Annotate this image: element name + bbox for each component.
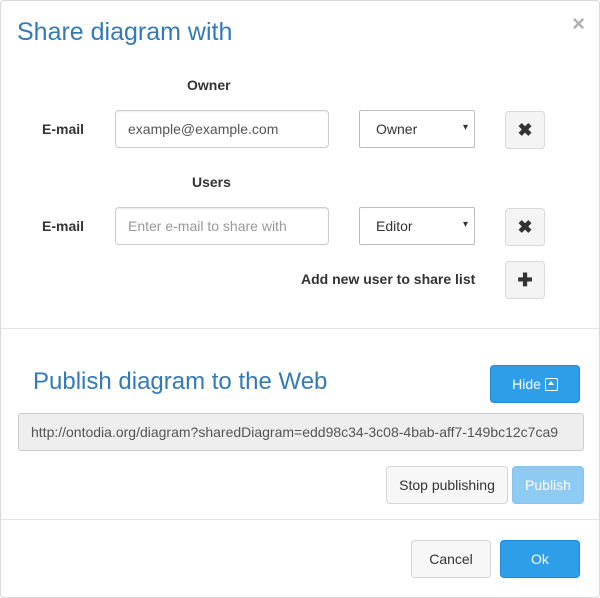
owner-email-input[interactable] [115,110,329,148]
add-user-label: Add new user to share list [301,271,476,287]
user-role-value: Editor [376,218,413,234]
remove-owner-button[interactable]: ✖ [505,111,545,149]
owner-email-label: E-mail [42,121,85,137]
remove-icon: ✖ [517,119,533,140]
section-divider [1,328,599,329]
published-link-field[interactable]: http://ontodia.org/diagram?sharedDiagram… [18,413,584,451]
hide-button[interactable]: Hide [490,365,580,403]
stop-publishing-button[interactable]: Stop publishing [386,466,508,504]
chevron-down-icon: ▾ [462,219,468,230]
cancel-button[interactable]: Cancel [411,540,491,578]
chevron-down-icon: ▾ [462,122,468,133]
share-dialog: Share diagram with × Owner E-mail Owner … [0,0,600,598]
publish-button[interactable]: Publish [512,466,584,504]
plus-icon: ✚ [517,269,533,290]
owner-heading: Owner [187,77,231,93]
add-user-button[interactable]: ✚ [505,261,545,299]
collapse-up-icon [544,377,558,391]
remove-icon: ✖ [517,216,533,237]
publish-title: Publish diagram to the Web [33,368,328,395]
ok-button[interactable]: Ok [500,540,580,578]
user-email-input[interactable] [115,207,329,245]
close-icon[interactable]: × [572,13,585,35]
user-role-select[interactable]: Editor ▾ [359,207,475,245]
user-email-label: E-mail [42,218,85,234]
owner-role-select[interactable]: Owner ▾ [359,110,475,148]
remove-user-button[interactable]: ✖ [505,208,545,246]
users-heading: Users [192,174,231,190]
dialog-title: Share diagram with [17,18,233,46]
owner-role-value: Owner [376,121,418,137]
footer-divider [1,519,599,520]
hide-label: Hide [512,376,541,392]
